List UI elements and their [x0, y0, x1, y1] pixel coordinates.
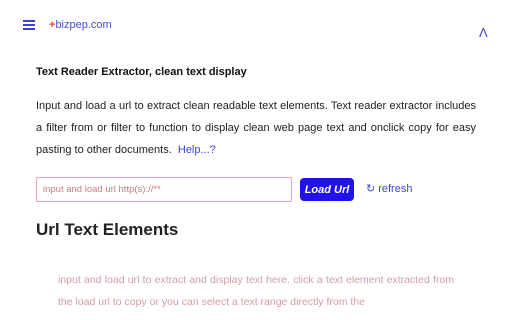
- intro-paragraph: Input and load a url to extract clean re…: [36, 95, 476, 161]
- top-bar: +bizpep.com Λ: [0, 0, 512, 44]
- load-url-button[interactable]: Load Url: [300, 178, 354, 201]
- site-logo[interactable]: +bizpep.com: [49, 17, 112, 33]
- url-input[interactable]: [36, 177, 292, 202]
- hamburger-menu-icon[interactable]: [23, 20, 35, 30]
- menu-bar-line: [23, 24, 35, 26]
- menu-bar-line: [23, 28, 35, 30]
- section-title: Url Text Elements: [36, 220, 179, 239]
- intro-text: Input and load a url to extract clean re…: [36, 100, 476, 156]
- refresh-icon: ↻: [366, 183, 376, 195]
- refresh-button[interactable]: ↻ refresh: [366, 182, 412, 195]
- collapse-up-icon[interactable]: Λ: [479, 26, 488, 39]
- refresh-label: refresh: [378, 183, 413, 195]
- logo-text: bizpep.com: [55, 19, 112, 31]
- page-heading: Text Reader Extractor, clean text displa…: [36, 66, 247, 78]
- output-placeholder-text[interactable]: input and load url to extract and displa…: [58, 269, 454, 313]
- page: +bizpep.com Λ Text Reader Extractor, cle…: [0, 0, 512, 320]
- menu-bar-line: [23, 20, 35, 22]
- help-link[interactable]: Help...?: [178, 144, 216, 156]
